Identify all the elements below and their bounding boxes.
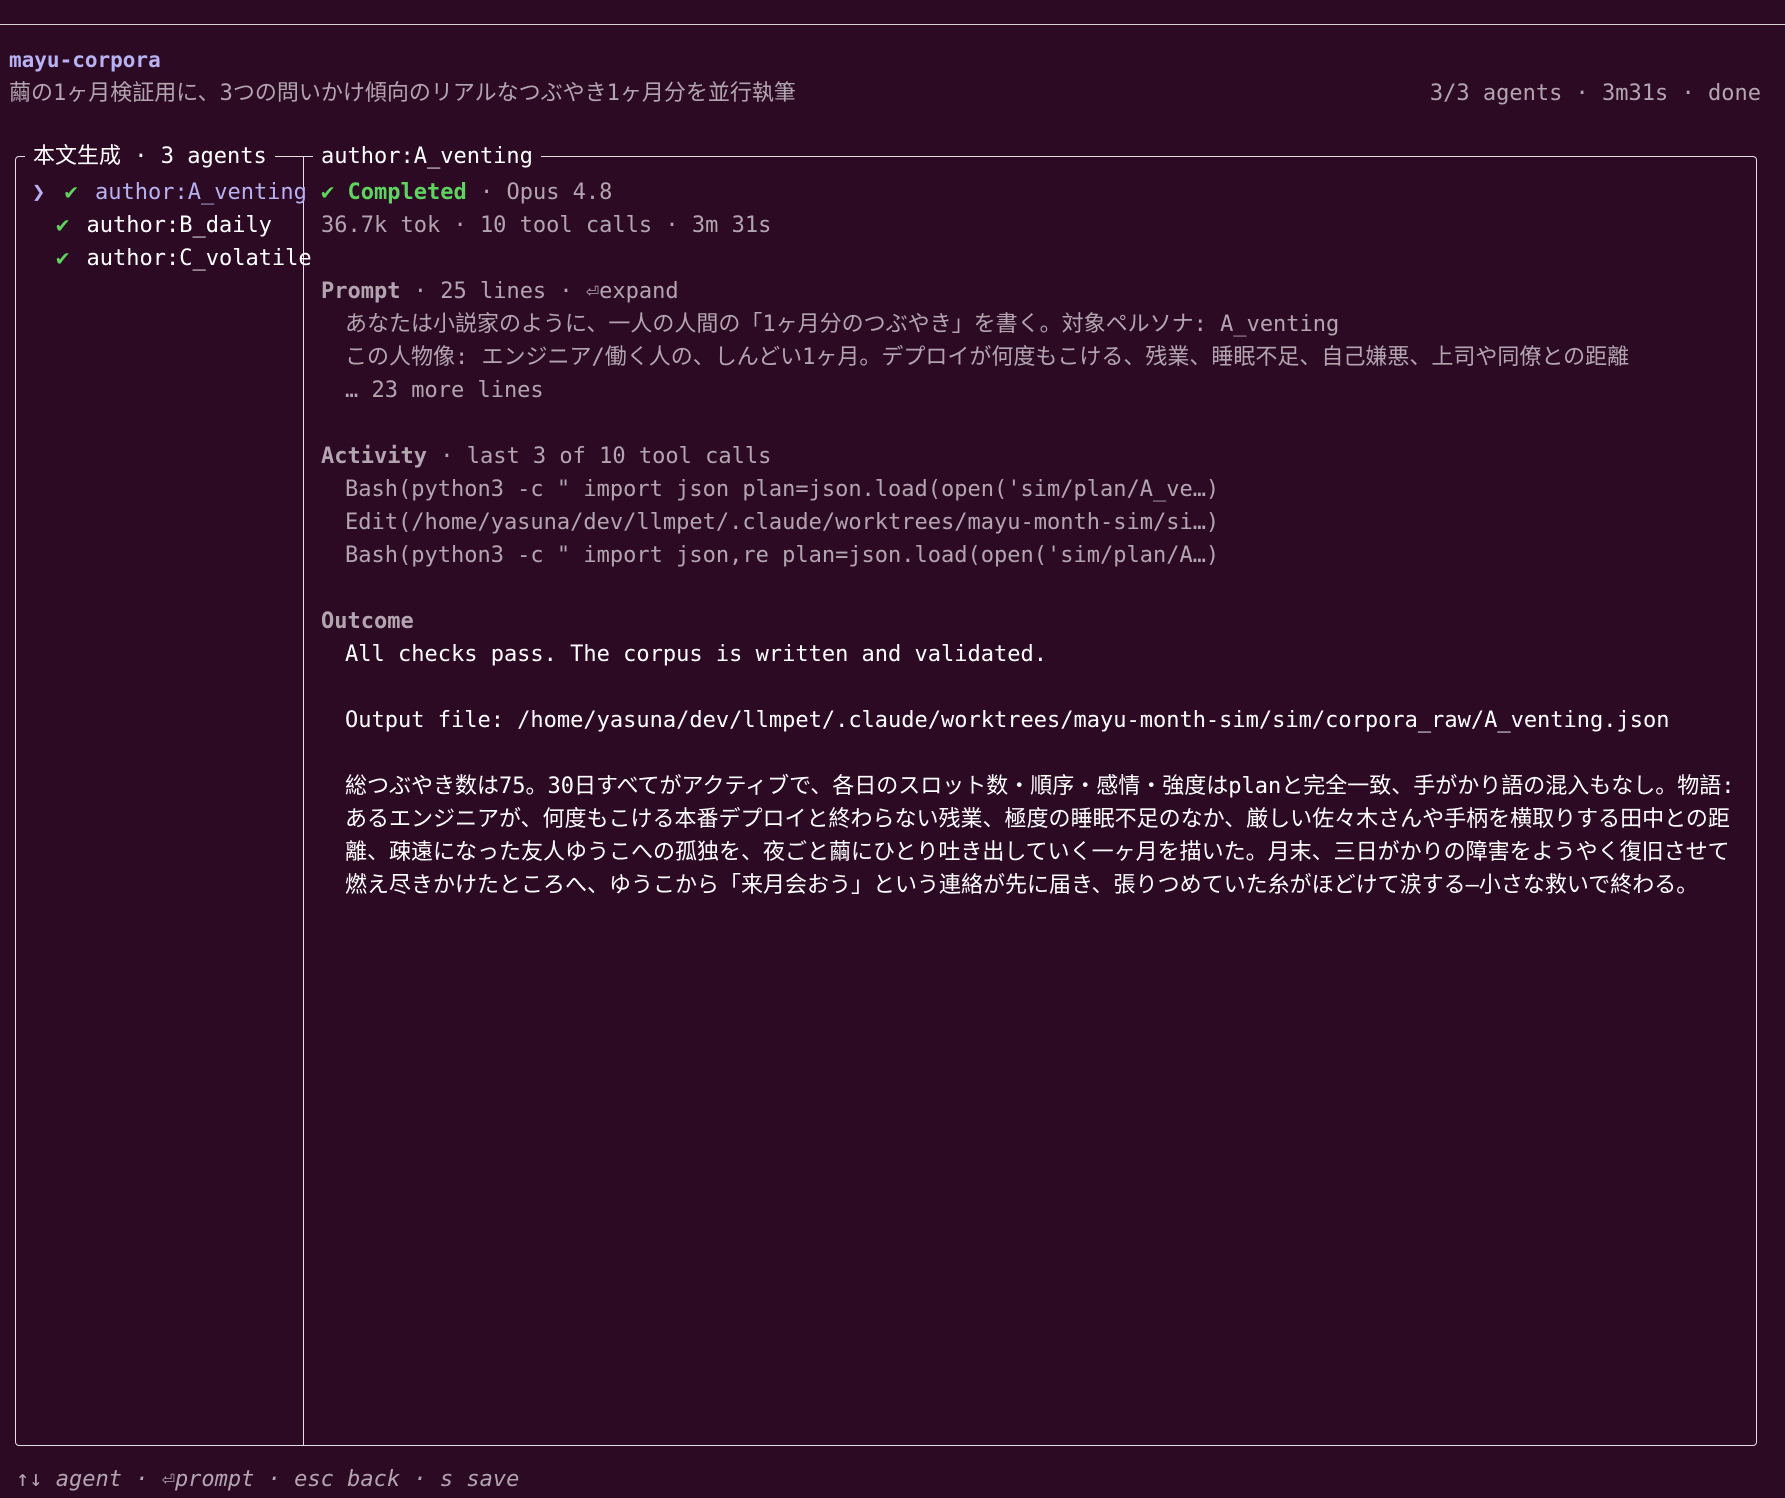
agent-item-label: author:C_volatile — [86, 246, 312, 271]
detail-title: author:A_venting — [313, 140, 541, 173]
model-name: · Opus 4.8 — [466, 180, 613, 205]
agent-item-c-volatile[interactable]: ✔ author:C_volatile — [56, 242, 312, 275]
keybinding-hints: ↑↓ agent · ⏎prompt · esc back · s save — [16, 1467, 520, 1492]
check-icon: ✔ — [56, 246, 70, 271]
task-description: 繭の1ヶ月検証用に、3つの問いかけ傾向のリアルなつぶやき1ヶ月分を並行執筆 — [9, 81, 796, 106]
check-icon: ✔ — [56, 213, 70, 238]
tool-call: Edit(/home/yasuna/dev/llmpet/.claude/wor… — [345, 510, 1220, 535]
outcome-summary: All checks pass. The corpus is written a… — [345, 642, 1047, 667]
output-file: Output file: /home/yasuna/dev/llmpet/.cl… — [345, 708, 1670, 733]
prompt-label: Prompt — [321, 279, 401, 304]
top-rule — [0, 24, 1785, 25]
completion-status: ✔ Completed · Opus 4.8 — [321, 176, 612, 209]
prompt-header[interactable]: Prompt · 25 lines · ⏎expand — [321, 275, 679, 308]
activity-header: Activity · last 3 of 10 tool calls — [321, 440, 771, 473]
prompt-line: この人物像: エンジニア/働く人の、しんどい1ヶ月。デプロイが何度もこける、残業… — [345, 345, 1630, 370]
agent-item-label: author:A_venting — [95, 180, 307, 205]
selection-caret-icon: ❯ — [32, 180, 46, 205]
outcome-label: Outcome — [321, 609, 414, 634]
status-label: Completed — [347, 180, 467, 205]
run-stats: 36.7k tok · 10 tool calls · 3m 31s — [321, 213, 772, 238]
check-icon: ✔ — [64, 180, 78, 205]
prompt-more-lines: … 23 more lines — [345, 378, 544, 403]
agent-list-title: 本文生成 · 3 agents — [25, 140, 275, 173]
pane-divider — [303, 156, 304, 1446]
agent-item-label: author:B_daily — [86, 213, 272, 238]
prompt-meta: · 25 lines · ⏎expand — [400, 279, 679, 304]
app-name: mayu-corpora — [9, 48, 161, 72]
agent-item-b-daily[interactable]: ✔ author:B_daily — [56, 209, 272, 242]
activity-label: Activity — [321, 444, 427, 469]
prompt-line: あなたは小説家のように、一人の人間の「1ヶ月分のつぶやき」を書く。対象ペルソナ:… — [345, 312, 1340, 337]
tool-call: Bash(python3 -c " import json plan=json.… — [345, 477, 1220, 502]
outcome-body: 総つぶやき数は75。30日すべてがアクティブで、各日のスロット数・順序・感情・強… — [345, 774, 1735, 898]
check-icon: ✔ — [321, 180, 335, 205]
run-status: 3/3 agents · 3m31s · done — [1429, 81, 1761, 106]
tool-call: Bash(python3 -c " import json,re plan=js… — [345, 543, 1220, 568]
activity-meta: · last 3 of 10 tool calls — [426, 444, 772, 469]
agent-item-a-venting[interactable]: ❯ ✔ author:A_venting — [32, 176, 307, 209]
